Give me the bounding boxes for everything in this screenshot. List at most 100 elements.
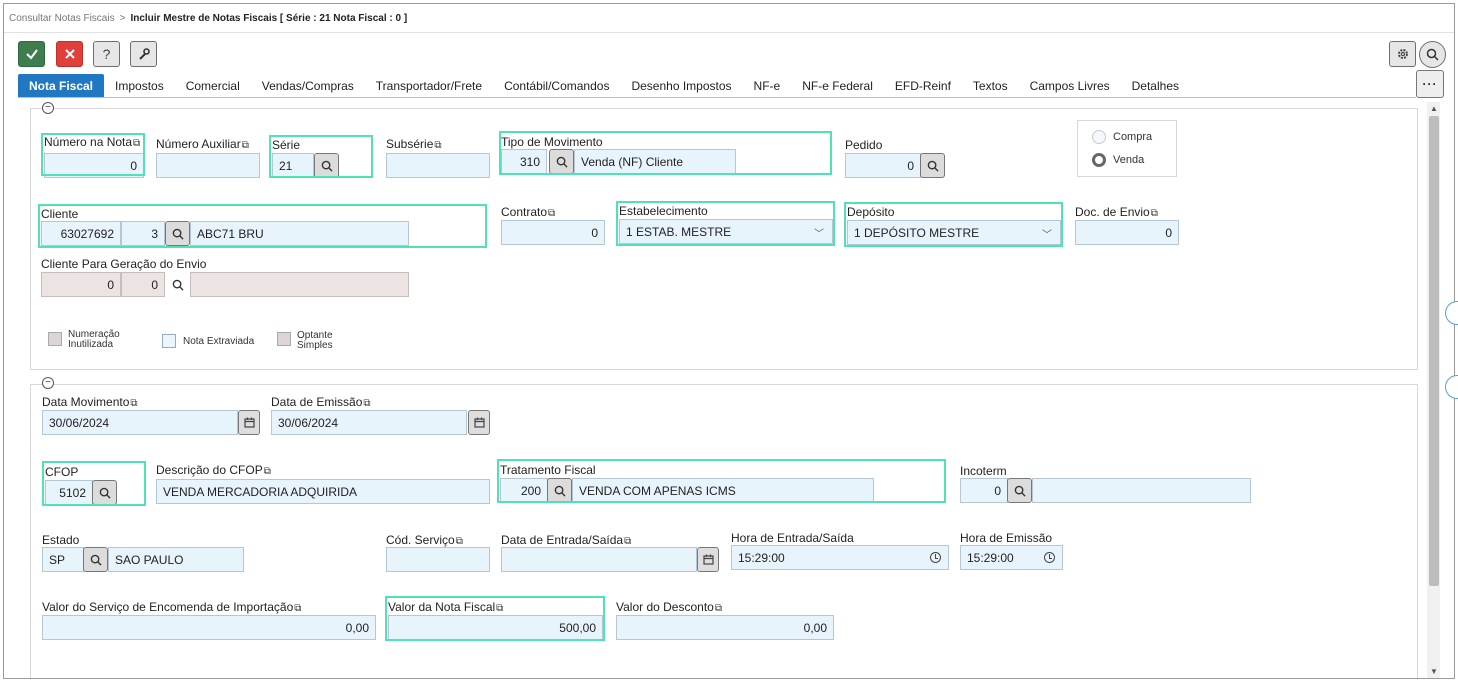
check-icon bbox=[25, 49, 38, 60]
cancel-button[interactable] bbox=[56, 41, 83, 67]
cliente-envio-seq-input: 0 bbox=[121, 272, 165, 297]
copy-icon: ⧉ bbox=[1150, 208, 1158, 219]
hora-emissao-input[interactable]: 15:29:00 bbox=[960, 545, 1063, 570]
tipo-movimento-search-button[interactable] bbox=[549, 149, 574, 174]
tab-nfe[interactable]: NF-e bbox=[743, 74, 792, 98]
tab-efd-reinf[interactable]: EFD-Reinf bbox=[884, 74, 962, 98]
scroll-up-icon[interactable]: ▲ bbox=[1430, 104, 1438, 113]
tipo-movimento-desc-input: Venda (NF) Cliente bbox=[574, 149, 736, 174]
search-icon bbox=[554, 485, 566, 497]
tratamento-fiscal-search-button[interactable] bbox=[547, 478, 572, 503]
help-icon: ? bbox=[102, 46, 111, 62]
incoterm-search-button[interactable] bbox=[1007, 478, 1032, 503]
nota-extraviada-checkbox[interactable] bbox=[162, 334, 176, 348]
incoterm-input[interactable]: 0 bbox=[960, 478, 1008, 503]
global-search-button[interactable] bbox=[1419, 41, 1446, 68]
clock-icon[interactable] bbox=[1044, 552, 1055, 563]
tab-nfe-federal[interactable]: NF-e Federal bbox=[791, 74, 884, 98]
tab-detalhes[interactable]: Detalhes bbox=[1121, 74, 1190, 98]
cfop-input[interactable]: 5102 bbox=[45, 480, 93, 505]
tab-campos-livres[interactable]: Campos Livres bbox=[1019, 74, 1121, 98]
tab-impostos[interactable]: Impostos bbox=[104, 74, 175, 98]
tab-textos[interactable]: Textos bbox=[962, 74, 1019, 98]
cliente-envio-search-button[interactable] bbox=[165, 272, 190, 297]
collapse-section-2-icon[interactable]: − bbox=[42, 377, 54, 389]
venda-radio[interactable] bbox=[1092, 153, 1106, 167]
cliente-search-button[interactable] bbox=[165, 221, 190, 246]
data-entrada-input[interactable] bbox=[501, 547, 697, 572]
valor-desconto-label: Valor do Desconto⧉ bbox=[616, 600, 722, 614]
data-movimento-input[interactable]: 30/06/2024 bbox=[42, 410, 238, 435]
valor-desconto-input[interactable]: 0,00 bbox=[616, 615, 834, 640]
collapse-section-1-icon[interactable]: − bbox=[42, 102, 54, 114]
scroll-down-icon[interactable]: ▼ bbox=[1430, 667, 1438, 676]
data-emissao-input[interactable]: 30/06/2024 bbox=[271, 410, 467, 435]
tab-comercial[interactable]: Comercial bbox=[175, 74, 251, 98]
scrollbar-thumb[interactable] bbox=[1429, 116, 1439, 586]
subserie-input[interactable] bbox=[386, 153, 490, 178]
valor-servico-label: Valor do Serviço de Encomenda de Importa… bbox=[42, 600, 302, 614]
contrato-input[interactable]: 0 bbox=[501, 220, 605, 245]
serie-input[interactable]: 21 bbox=[272, 153, 314, 178]
estabelecimento-select[interactable]: 1 ESTAB. MESTRE ﹀ bbox=[619, 219, 833, 244]
estado-label: Estado bbox=[42, 533, 80, 547]
venda-label: Venda bbox=[1113, 154, 1145, 166]
help-button[interactable]: ? bbox=[93, 41, 120, 67]
breadcrumb: Consultar Notas Fiscais > Incluir Mestre d… bbox=[9, 13, 407, 24]
compra-radio[interactable] bbox=[1092, 130, 1106, 144]
tab-nota-fiscal[interactable]: Nota Fiscal bbox=[18, 74, 105, 98]
deposito-select[interactable]: 1 DEPÓSITO MESTRE ﹀ bbox=[847, 220, 1061, 245]
search-icon bbox=[321, 160, 333, 172]
cliente-envio-code-input: 0 bbox=[41, 272, 121, 297]
data-emissao-calendar-button[interactable] bbox=[468, 410, 490, 435]
data-emissao-label: Data de Emissão⧉ bbox=[271, 395, 371, 409]
clock-icon[interactable] bbox=[930, 552, 941, 563]
data-movimento-calendar-button[interactable] bbox=[238, 410, 260, 435]
gear-icon bbox=[1397, 49, 1408, 59]
numero-nota-input[interactable]: 0 bbox=[44, 153, 144, 178]
optante-simples-checkbox[interactable] bbox=[277, 332, 291, 346]
breadcrumb-separator: > bbox=[119, 13, 126, 24]
search-icon bbox=[927, 160, 939, 172]
descricao-cfop-input: VENDA MERCADORIA ADQUIRIDA bbox=[156, 479, 490, 504]
copy-icon: ⧉ bbox=[624, 536, 632, 547]
pedido-input[interactable]: 0 bbox=[845, 153, 921, 178]
hora-entrada-input[interactable]: 15:29:00 bbox=[731, 545, 949, 570]
tab-vendas-compras[interactable]: Vendas/Compras bbox=[251, 74, 365, 98]
numero-nota-label: Número na Nota⧉ bbox=[44, 135, 141, 149]
cod-servico-input[interactable] bbox=[386, 547, 490, 572]
cliente-code-input[interactable]: 63027692 bbox=[41, 221, 121, 246]
numero-auxiliar-input[interactable] bbox=[156, 153, 260, 178]
doc-envio-input[interactable]: 0 bbox=[1075, 220, 1179, 245]
valor-servico-input[interactable]: 0,00 bbox=[42, 615, 376, 640]
tipo-movimento-code-input[interactable]: 310 bbox=[501, 149, 547, 174]
estado-search-button[interactable] bbox=[83, 547, 108, 572]
pedido-search-button[interactable] bbox=[920, 153, 945, 178]
data-entrada-calendar-button[interactable] bbox=[697, 547, 719, 572]
data-movimento-label: Data Movimento⧉ bbox=[42, 395, 138, 409]
tools-button[interactable] bbox=[130, 41, 157, 67]
cliente-envio-name-input bbox=[190, 272, 409, 297]
breadcrumb-current: Incluir Mestre de Notas Fiscais [ Série … bbox=[130, 13, 408, 24]
tratamento-fiscal-label: Tratamento Fiscal bbox=[500, 463, 596, 477]
estado-input[interactable]: SP bbox=[42, 547, 84, 572]
cfop-search-button[interactable] bbox=[92, 480, 117, 505]
confirm-button[interactable] bbox=[18, 41, 45, 67]
settings-button[interactable] bbox=[1389, 41, 1416, 67]
tab-desenho-impostos[interactable]: Desenho Impostos bbox=[620, 74, 742, 98]
cliente-label: Cliente bbox=[41, 207, 79, 221]
tratamento-fiscal-code-input[interactable]: 200 bbox=[500, 478, 548, 503]
numeracao-inutilizada-checkbox[interactable] bbox=[48, 332, 62, 346]
tab-transportador-frete[interactable]: Transportador/Frete bbox=[365, 74, 493, 98]
scrollbar[interactable]: ▲ ▼ bbox=[1427, 102, 1440, 678]
more-tabs-button[interactable]: ··· bbox=[1416, 70, 1444, 98]
cliente-seq-input[interactable]: 3 bbox=[121, 221, 165, 246]
main-window: Consultar Notas Fiscais > Incluir Mestre d… bbox=[3, 3, 1455, 679]
valor-nota-input[interactable]: 500,00 bbox=[388, 615, 603, 640]
tratamento-fiscal-desc-input: VENDA COM APENAS ICMS bbox=[572, 478, 874, 503]
breadcrumb-parent[interactable]: Consultar Notas Fiscais bbox=[9, 13, 115, 24]
tab-contabil-comandos[interactable]: Contábil/Comandos bbox=[493, 74, 620, 98]
serie-search-button[interactable] bbox=[314, 153, 339, 178]
copy-icon: ⧉ bbox=[241, 140, 249, 151]
wrench-icon bbox=[138, 48, 150, 60]
